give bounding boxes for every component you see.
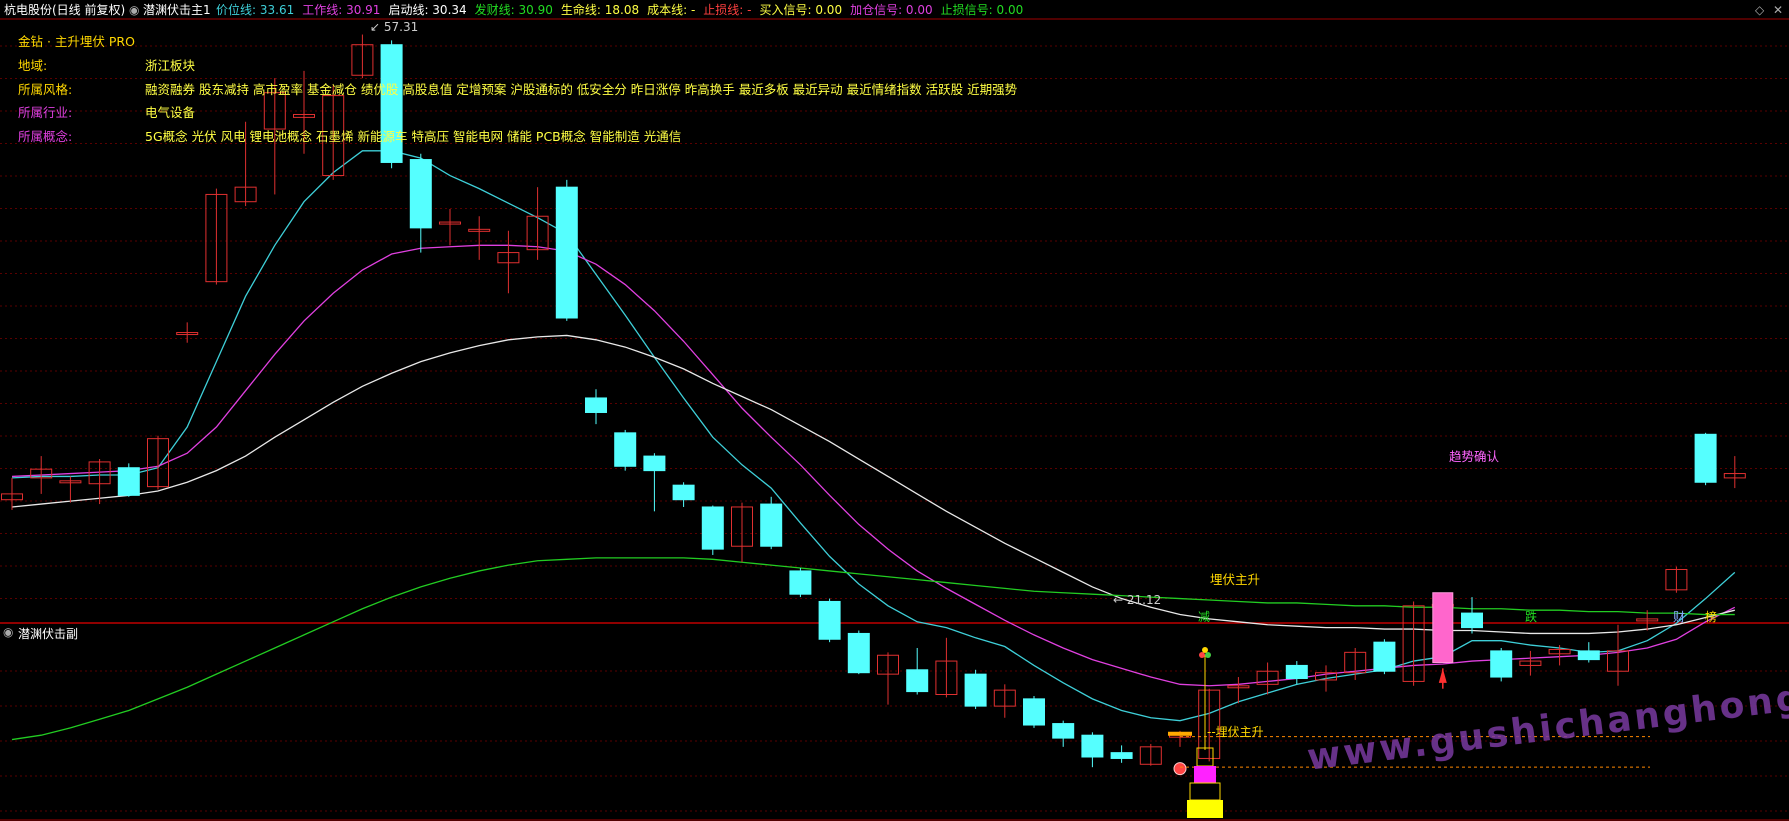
- info-label-2: 所属风格:: [18, 82, 73, 97]
- candle-body: [1052, 723, 1075, 739]
- info-value-2: 融资融券 股东减持 高市盈率 基金减仓 绩优股 高股息值 定增预案 沪股通标的 …: [145, 82, 1018, 97]
- sub-panel-collapse-icon[interactable]: ◉: [3, 625, 13, 639]
- info-label-4: 所属概念:: [18, 129, 73, 144]
- high-price-label: ↙ 57.31: [370, 20, 419, 34]
- info-label-3: 所属行业:: [18, 105, 73, 120]
- sub-signal-block: [1196, 747, 1214, 767]
- candle-body: [1023, 698, 1045, 726]
- low-price-label: ← 21.12: [1113, 593, 1162, 607]
- info-label-0: 金钻 · 主升埋伏 PRO: [18, 34, 135, 49]
- candle-body: [585, 397, 607, 413]
- candle-body: [1110, 752, 1133, 759]
- candle-body: [1285, 664, 1308, 680]
- candle-body: [409, 159, 432, 229]
- candle-body: [847, 632, 870, 674]
- signal-main-label: 埋伏主升: [1210, 572, 1261, 587]
- sub-signal-dot: [1199, 652, 1205, 658]
- candle-body: [1694, 433, 1717, 483]
- sub-signal-block: [1189, 782, 1221, 801]
- info-label-1: 地域:: [18, 58, 48, 73]
- info-value-3: 电气设备: [145, 105, 196, 120]
- event-tag-finance[interactable]: 财: [1673, 608, 1685, 625]
- buy-signal-bar: [1168, 731, 1192, 736]
- candle-body: [701, 506, 724, 550]
- candle-body: [1490, 650, 1513, 678]
- event-tag-list[interactable]: 榜: [1705, 608, 1717, 625]
- candle-body: [1577, 650, 1600, 661]
- sub-signal-block: [1194, 766, 1216, 783]
- candle-body: [964, 673, 987, 707]
- confirm-candle: [1432, 592, 1454, 664]
- candle-body: [555, 186, 578, 319]
- candle-body: [906, 669, 929, 693]
- candle-body: [1081, 734, 1104, 758]
- sub-signal-dot: [1202, 647, 1208, 653]
- info-value-1: 浙江板块: [145, 58, 196, 73]
- event-tag-drop[interactable]: 跌: [1525, 608, 1537, 625]
- candle-body: [760, 503, 783, 547]
- candle-body: [789, 570, 812, 595]
- ma-line-2: [11, 334, 1735, 635]
- candle-body: [614, 432, 637, 467]
- candle-body: [1373, 641, 1396, 672]
- buy-signal-dot: [1173, 762, 1187, 776]
- event-tag-reduce[interactable]: 减: [1198, 608, 1210, 625]
- candle-body: [643, 455, 666, 472]
- sub-signal-dot: [1205, 652, 1211, 658]
- candle-body: [117, 467, 140, 496]
- sub-signal-block: [1187, 800, 1223, 818]
- price-chart[interactable]: [0, 0, 1789, 821]
- sub-signal-label: --埋伏主升: [1207, 725, 1264, 739]
- candle-body: [672, 484, 695, 501]
- signal-confirm-label: 趋势确认: [1449, 449, 1500, 464]
- sub-panel-title[interactable]: 潜渊伏击副: [18, 625, 78, 642]
- candle-body: [818, 600, 841, 640]
- candle-body: [1461, 612, 1483, 629]
- ma-line-3: [11, 557, 1735, 741]
- info-value-4: 5G概念 光伏 风电 锂电池概念 石墨烯 新能源车 特高压 智能电网 储能 PC…: [145, 129, 682, 144]
